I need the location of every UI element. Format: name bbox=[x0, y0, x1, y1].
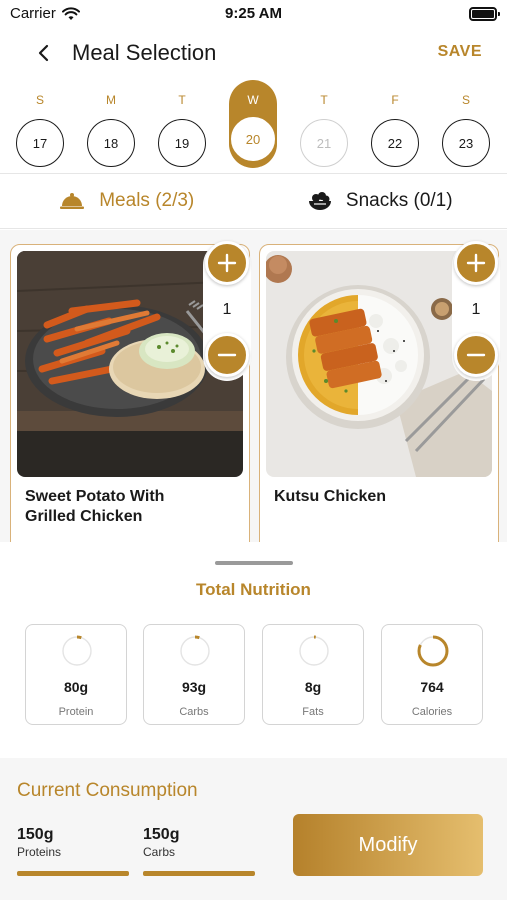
status-bar: Carrier 9:25 AM bbox=[0, 0, 507, 30]
snack-bowl-icon bbox=[308, 192, 331, 210]
total-nutrition-title: Total Nutrition bbox=[196, 580, 311, 599]
meal-cards-list: Sweet Potato With Grilled Chicken 1 Kuts… bbox=[0, 230, 507, 542]
nutrition-card-fats: 8g Fats bbox=[262, 624, 364, 725]
consumption-proteins: 150g Proteins bbox=[17, 826, 129, 876]
meal-card[interactable]: Sweet Potato With Grilled Chicken 1 bbox=[10, 241, 251, 542]
current-consumption-title: Current Consumption bbox=[17, 780, 198, 801]
nutrition-label: Fats bbox=[302, 706, 324, 718]
day-date[interactable]: 22 bbox=[371, 119, 419, 167]
nutrition-label: Calories bbox=[411, 706, 453, 718]
progress-ring bbox=[179, 635, 211, 667]
nutrition-value: 8g bbox=[304, 679, 322, 695]
nutrition-value: 80g bbox=[63, 679, 89, 695]
back-button[interactable] bbox=[30, 40, 56, 66]
nutrition-sheet: Total Nutrition 80g Protein 93g Carbs 8g… bbox=[0, 542, 507, 758]
day-picker: S 17 M 18 T 19 W 20 T 21 F 22 S 23 bbox=[0, 80, 507, 170]
meal-name: Sweet Potato With Grilled Chicken bbox=[25, 488, 165, 525]
nutrition-card-calories: 764 Calories bbox=[381, 624, 483, 725]
consumption-bar bbox=[143, 871, 255, 876]
nutrition-value: 93g bbox=[181, 679, 207, 695]
day-date[interactable]: 19 bbox=[158, 119, 206, 167]
quantity-value: 1 bbox=[222, 301, 232, 318]
increase-button[interactable] bbox=[205, 241, 249, 285]
consumption-value: 150g bbox=[17, 826, 54, 843]
minus-icon bbox=[466, 353, 486, 357]
day-sunday[interactable]: S 17 bbox=[16, 80, 64, 168]
day-date[interactable]: 23 bbox=[442, 119, 490, 167]
tab-snacks-label: Snacks (0/1) bbox=[345, 190, 453, 211]
nutrition-value: 764 bbox=[420, 679, 444, 695]
day-date[interactable]: 20 bbox=[231, 117, 275, 161]
nutrition-card-carbs: 93g Carbs bbox=[143, 624, 245, 725]
decrease-button[interactable] bbox=[454, 333, 498, 377]
quantity-stepper: 1 bbox=[452, 241, 500, 381]
day-wednesday-selected[interactable]: W 20 bbox=[229, 80, 277, 168]
quantity-stepper: 1 bbox=[203, 241, 251, 381]
day-saturday[interactable]: S 23 bbox=[442, 80, 490, 168]
day-friday[interactable]: F 22 bbox=[371, 80, 419, 168]
tab-meals[interactable]: Meals (2/3) bbox=[0, 174, 254, 228]
category-tabs: Meals (2/3) Snacks (0/1) bbox=[0, 173, 507, 229]
battery-icon bbox=[469, 7, 500, 21]
current-consumption-panel: Current Consumption 150g Proteins 150g C… bbox=[0, 758, 507, 900]
day-thursday: T 21 bbox=[300, 80, 348, 168]
tab-snacks[interactable]: Snacks (0/1) bbox=[254, 174, 507, 228]
page-title: Meal Selection bbox=[72, 40, 217, 65]
nutrition-card-protein: 80g Protein bbox=[25, 624, 127, 725]
status-time: 9:25 AM bbox=[225, 5, 282, 22]
progress-ring bbox=[61, 635, 93, 667]
plus-icon bbox=[217, 253, 237, 273]
consumption-label: Proteins bbox=[17, 845, 62, 859]
sheet-handle[interactable] bbox=[215, 561, 293, 565]
nav-bar: Meal Selection SAVE bbox=[0, 30, 507, 76]
day-letter: S bbox=[35, 93, 44, 107]
day-date: 21 bbox=[300, 119, 348, 167]
meal-card[interactable]: Kutsu Chicken 1 bbox=[259, 241, 500, 542]
progress-ring bbox=[298, 635, 330, 667]
day-letter: W bbox=[247, 93, 259, 107]
meal-name: Kutsu Chicken bbox=[274, 488, 387, 505]
consumption-carbs: 150g Carbs bbox=[143, 826, 255, 876]
day-letter: M bbox=[106, 93, 116, 107]
day-letter: T bbox=[178, 93, 186, 107]
day-date[interactable]: 18 bbox=[87, 119, 135, 167]
day-letter: T bbox=[320, 93, 328, 107]
consumption-bar bbox=[17, 871, 129, 876]
nutrition-label: Carbs bbox=[179, 706, 209, 718]
quantity-value: 1 bbox=[471, 301, 481, 318]
day-tuesday[interactable]: T 19 bbox=[158, 80, 206, 168]
day-letter: S bbox=[461, 93, 470, 107]
plus-icon bbox=[466, 253, 486, 273]
day-letter: F bbox=[391, 93, 399, 107]
increase-button[interactable] bbox=[454, 241, 498, 285]
nutrition-label: Protein bbox=[58, 706, 94, 718]
day-monday[interactable]: M 18 bbox=[87, 80, 135, 168]
modify-button[interactable]: Modify bbox=[293, 814, 483, 876]
chevron-left-icon bbox=[38, 44, 49, 62]
progress-ring bbox=[417, 635, 449, 667]
save-button[interactable]: SAVE bbox=[438, 43, 482, 61]
consumption-value: 150g bbox=[143, 826, 180, 843]
tab-meals-label: Meals (2/3) bbox=[99, 190, 195, 211]
consumption-label: Carbs bbox=[143, 845, 176, 859]
decrease-button[interactable] bbox=[205, 333, 249, 377]
cloche-icon bbox=[60, 193, 85, 209]
minus-icon bbox=[217, 353, 237, 357]
day-date[interactable]: 17 bbox=[16, 119, 64, 167]
